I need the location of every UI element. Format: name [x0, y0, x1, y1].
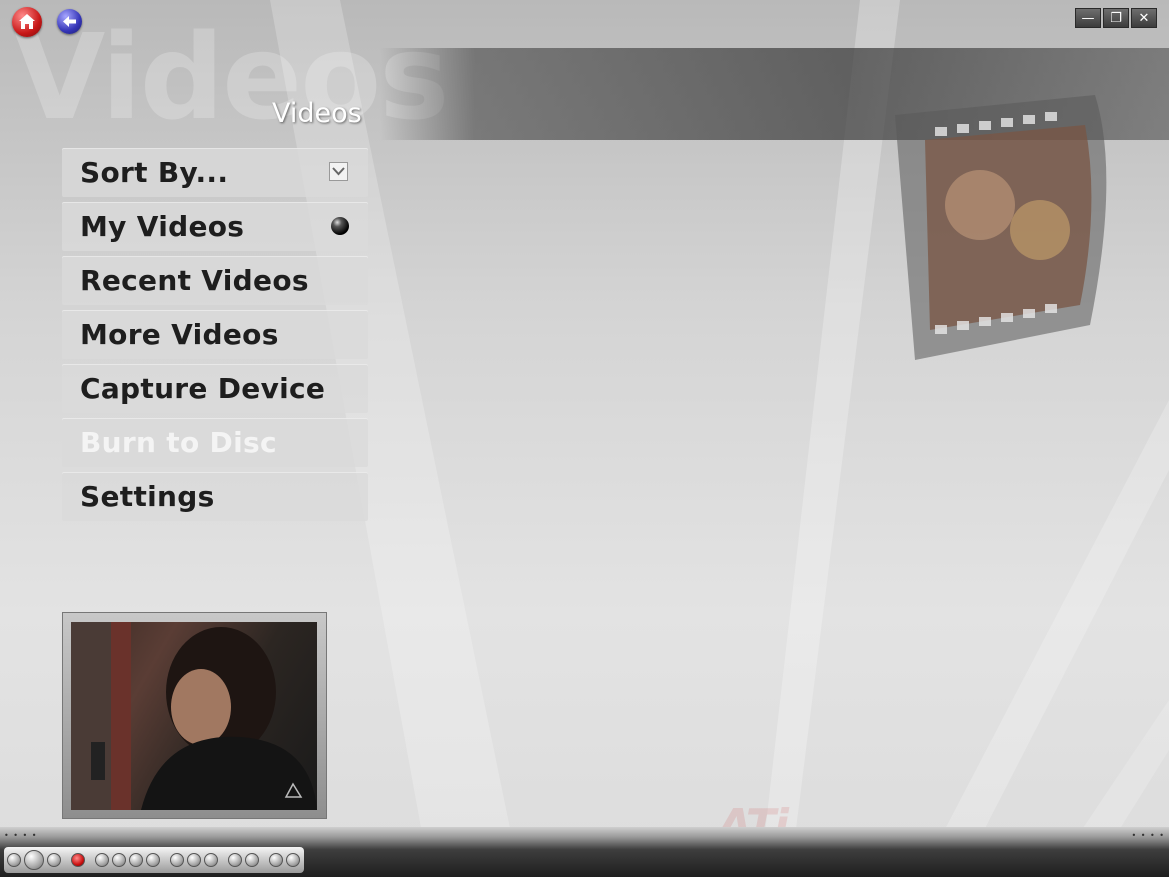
transport-bar: • • • • • • • •: [0, 827, 1169, 877]
video-preview: [71, 622, 317, 810]
right-grip-handle[interactable]: • • • •: [1131, 831, 1165, 840]
skip-back-button[interactable]: [129, 853, 143, 867]
video-preview-frame[interactable]: [62, 612, 327, 819]
page-title: Videos: [272, 98, 362, 129]
close-button[interactable]: ✕: [1131, 8, 1157, 28]
menu-item-settings[interactable]: Settings: [62, 472, 368, 521]
minimize-button[interactable]: —: [1075, 8, 1101, 28]
back-button[interactable]: [57, 9, 82, 34]
forward-button[interactable]: [112, 853, 126, 867]
menu-item-more-videos[interactable]: More Videos: [62, 310, 368, 359]
menu-item-label: Settings: [80, 480, 215, 513]
power-button[interactable]: [7, 853, 21, 867]
next-button[interactable]: [187, 853, 201, 867]
menu-item-label: More Videos: [80, 318, 279, 351]
restore-button[interactable]: ❐: [1103, 8, 1129, 28]
menu-item-label: My Videos: [80, 210, 245, 243]
selected-dot-icon: [331, 217, 349, 235]
film-strip-graphic: [895, 95, 1107, 360]
play-button[interactable]: [24, 850, 44, 870]
back-arrow-icon: [63, 16, 76, 27]
prev-button[interactable]: [170, 853, 184, 867]
menu-item-sort-by[interactable]: Sort By...: [62, 148, 368, 197]
step-button[interactable]: [245, 853, 259, 867]
window-controls: — ❐ ✕: [1075, 8, 1157, 28]
menu-item-burn-to-disc: Burn to Disc: [62, 418, 368, 467]
menu-item-capture-device[interactable]: Capture Device: [62, 364, 368, 413]
mute-button[interactable]: [286, 853, 300, 867]
record-button[interactable]: [71, 853, 85, 867]
eject-button[interactable]: [228, 853, 242, 867]
menu-item-label: Recent Videos: [80, 264, 309, 297]
left-grip-handle[interactable]: • • • •: [4, 831, 38, 840]
menu-item-label: Burn to Disc: [80, 426, 277, 459]
menu-item-my-videos[interactable]: My Videos: [62, 202, 368, 251]
menu-button[interactable]: [269, 853, 283, 867]
transport-controls: [4, 847, 304, 873]
skip-forward-button[interactable]: [146, 853, 160, 867]
videos-menu: Sort By... My Videos Recent Videos More …: [62, 148, 368, 526]
dropdown-checkbox-icon: [329, 162, 348, 181]
menu-item-label: Sort By...: [80, 156, 229, 189]
home-icon: [19, 14, 35, 29]
pause-button[interactable]: [204, 853, 218, 867]
menu-item-label: Capture Device: [80, 372, 326, 405]
home-button[interactable]: [12, 7, 42, 37]
menu-item-recent-videos[interactable]: Recent Videos: [62, 256, 368, 305]
stop-button[interactable]: [47, 853, 61, 867]
rewind-button[interactable]: [95, 853, 109, 867]
